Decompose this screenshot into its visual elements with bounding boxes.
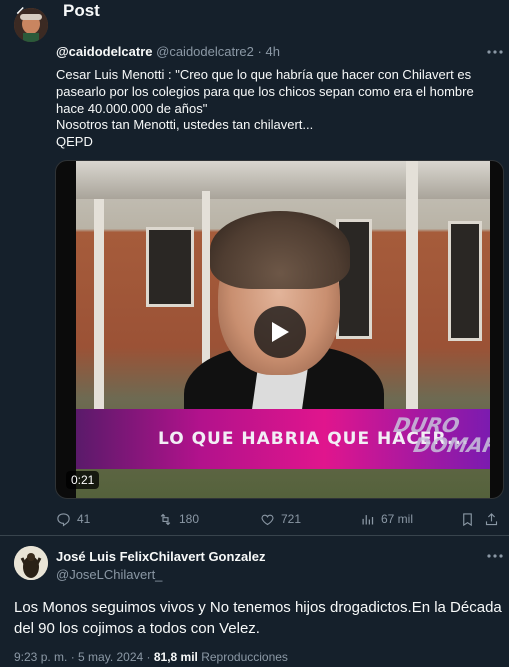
page-title: Post <box>63 1 100 20</box>
views-button[interactable]: 67 mil <box>360 509 413 529</box>
reply-button[interactable]: 41 <box>56 509 90 529</box>
reply-avatar[interactable] <box>14 546 48 580</box>
tweet-line: hace 40.000.000 de años" <box>56 100 208 116</box>
play-icon[interactable] <box>254 306 306 358</box>
reply-text: Los Monos seguimos vivos y No tenemos hi… <box>14 597 504 639</box>
reply-author-name[interactable]: José Luis FelixChilavert Gonzalez <box>56 549 266 564</box>
reply-count: 41 <box>77 512 91 526</box>
views-icon <box>362 514 374 524</box>
tweet-handle[interactable]: @caidodelcatre <box>56 44 153 59</box>
repost-button[interactable]: 180 <box>158 509 199 529</box>
reply-line: Los Monos seguimos vivos y No tenemos hi… <box>14 599 502 616</box>
repost-icon <box>160 513 171 525</box>
post-timestamp[interactable]: 9:23 p. m. · 5 may. 2024 · <box>14 650 154 664</box>
tweet-line: QEPD <box>56 134 93 150</box>
post-view-count: 81,8 mil <box>153 650 198 664</box>
like-button[interactable]: 721 <box>260 509 301 529</box>
show-logo-bottom: DOMAR <box>411 433 490 457</box>
tweet-meta: @caidodelcatre @caidodelcatre2 · 4h <box>56 44 280 59</box>
window <box>448 221 482 341</box>
reply-handle[interactable]: @JoseLChilavert_ <box>56 567 162 582</box>
like-count: 721 <box>281 512 302 526</box>
divider <box>0 535 509 536</box>
reply-line: del 90 los cojimos a todos con Velez. <box>14 620 260 637</box>
tweet-username[interactable]: @caidodelcatre2 <box>156 44 254 59</box>
views-count: 67 mil <box>381 512 414 526</box>
tweet-time[interactable]: 4h <box>265 44 279 59</box>
tweet-line: pasearlo por los colegios para que los c… <box>56 83 474 99</box>
building-pillar <box>94 199 104 429</box>
bookmark-icon[interactable] <box>460 509 475 529</box>
tweet-line: Nosotros tan Menotti, ustedes tan chilav… <box>56 117 314 133</box>
video-duration: 0:21 <box>66 471 100 489</box>
post-view-label: Reproducciones <box>197 650 288 664</box>
building-roof <box>76 161 490 199</box>
person-hair <box>210 211 350 289</box>
tweet-line: Cesar Luis Menotti : "Creo que lo que ha… <box>56 67 472 82</box>
post-footer: 9:23 p. m. · 5 may. 2024 · 81,8 mil Repr… <box>14 650 288 664</box>
reply-icon <box>57 512 70 527</box>
post-header: Post <box>0 0 509 26</box>
meta-separator: · <box>257 44 262 59</box>
avatar[interactable] <box>14 8 48 42</box>
building-pillar <box>406 161 418 431</box>
tweet-text: Cesar Luis Menotti : "Creo que lo que ha… <box>56 67 496 151</box>
more-icon[interactable] <box>486 549 504 563</box>
repost-count: 180 <box>179 512 200 526</box>
more-icon[interactable] <box>486 45 504 59</box>
video-player[interactable]: LO QUE HABRIA QUE HACER... DURO DOMAR 0:… <box>55 160 504 499</box>
like-icon <box>261 514 274 525</box>
window <box>146 227 194 307</box>
share-icon[interactable] <box>484 509 499 529</box>
tweet-actions: 41 180 721 67 mil <box>56 509 499 529</box>
